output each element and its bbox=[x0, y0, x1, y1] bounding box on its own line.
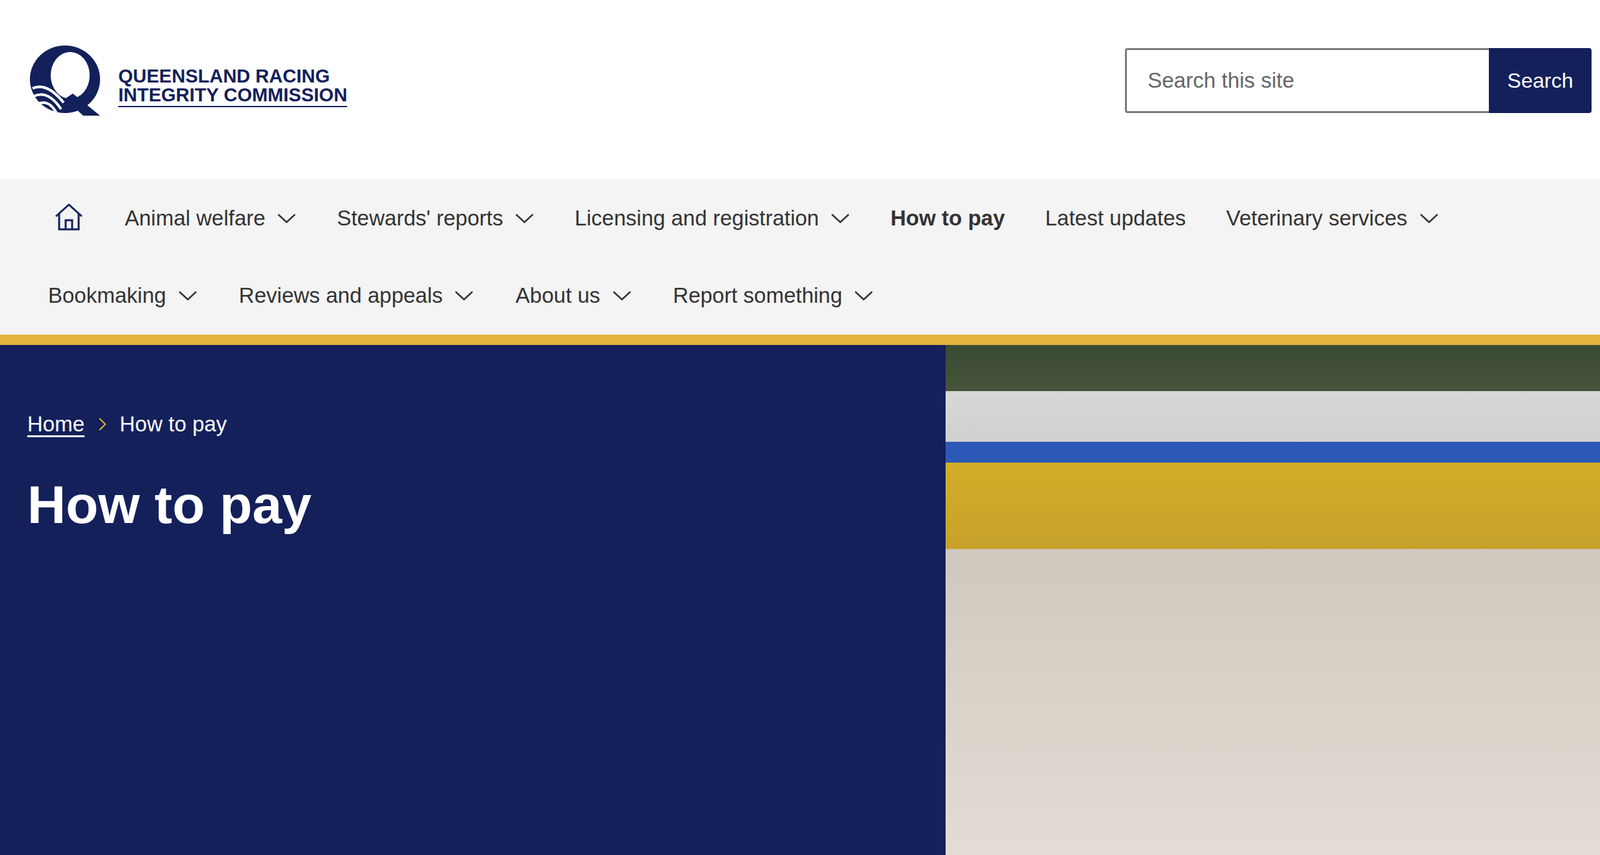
nav-item[interactable]: Reviews and appeals bbox=[239, 283, 475, 309]
nav-label: Bookmaking bbox=[48, 283, 167, 309]
nav-row: Bookmaking Reviews and appeals About us Rep… bbox=[0, 257, 1600, 336]
nav-item[interactable]: Animal welfare bbox=[124, 206, 297, 231]
nav-row: Animal welfare Stewards' reports Licensing… bbox=[0, 179, 1600, 258]
nav-label: Latest updates bbox=[1045, 206, 1187, 231]
nav-label: About us bbox=[515, 283, 600, 309]
breadcrumb-item[interactable]: Home bbox=[27, 410, 85, 439]
chevron-down-icon bbox=[830, 213, 851, 224]
chevron-down-icon bbox=[853, 290, 874, 301]
nav-label: Stewards' reports bbox=[336, 206, 504, 231]
nav-item[interactable]: Latest updates bbox=[1045, 206, 1187, 231]
chevron-down-icon bbox=[276, 213, 297, 224]
main-nav: Animal welfare Stewards' reports Licensing… bbox=[0, 179, 1600, 335]
home-icon[interactable] bbox=[53, 202, 85, 233]
hero-photo bbox=[945, 345, 1600, 855]
breadcrumb-item: How to pay bbox=[119, 410, 227, 439]
nav-item[interactable]: Report something bbox=[673, 283, 874, 309]
search-button[interactable]: Search bbox=[1488, 48, 1592, 114]
search-input[interactable] bbox=[1124, 48, 1489, 114]
nav-item[interactable]: Licensing and registration bbox=[574, 206, 851, 231]
breadcrumb: Home How to pay bbox=[27, 410, 919, 439]
nav-label: Report something bbox=[673, 283, 843, 309]
logo-line: INTEGRITY COMMISSION bbox=[118, 85, 348, 108]
logo-line: QUEENSLAND RACING bbox=[118, 66, 348, 86]
chevron-right-icon bbox=[97, 417, 107, 432]
chevron-down-icon bbox=[178, 290, 198, 301]
site-header: QUEENSLAND RACINGINTEGRITY COMMISSION Sea… bbox=[0, 0, 1600, 180]
nav-label: Animal welfare bbox=[124, 206, 266, 231]
page-title: How to pay bbox=[27, 472, 919, 538]
nav-label: Licensing and registration bbox=[574, 206, 819, 231]
nav-label: Veterinary services bbox=[1226, 206, 1408, 231]
hero: Home How to pay How to pay bbox=[0, 345, 1600, 855]
logo-text: QUEENSLAND RACINGINTEGRITY COMMISSION bbox=[118, 66, 348, 108]
chevron-down-icon bbox=[514, 213, 535, 224]
nav-item[interactable]: Veterinary services bbox=[1226, 206, 1439, 231]
hero-text-panel: Home How to pay How to pay bbox=[0, 345, 946, 855]
chevron-down-icon bbox=[612, 290, 632, 301]
nav-label: How to pay bbox=[890, 206, 1005, 231]
logo-q-icon bbox=[27, 42, 106, 117]
nav-item[interactable]: Stewards' reports bbox=[336, 206, 535, 231]
nav-label: Reviews and appeals bbox=[239, 283, 444, 309]
logo[interactable]: QUEENSLAND RACINGINTEGRITY COMMISSION bbox=[27, 42, 348, 117]
nav-item[interactable]: How to pay bbox=[890, 206, 1005, 231]
chevron-down-icon bbox=[1419, 213, 1439, 224]
search-form: Search bbox=[1124, 48, 1592, 114]
chevron-down-icon bbox=[454, 290, 474, 301]
nav-item[interactable]: Bookmaking bbox=[48, 283, 198, 309]
accent-bar bbox=[0, 334, 1600, 346]
nav-item[interactable]: About us bbox=[515, 283, 632, 309]
page: QUEENSLAND RACINGINTEGRITY COMMISSION Sea… bbox=[0, 0, 1600, 855]
